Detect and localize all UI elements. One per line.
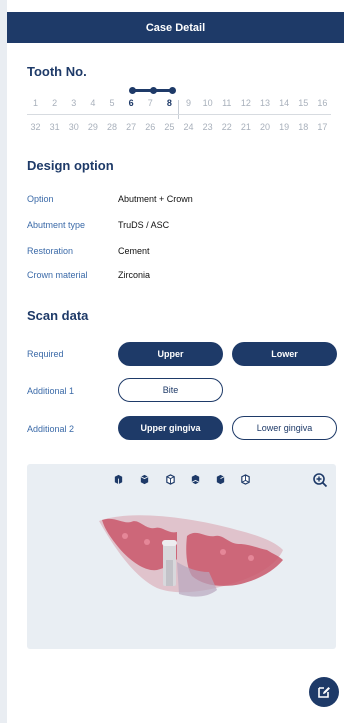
edit-button[interactable] xyxy=(309,677,339,707)
tooth-20[interactable]: 20 xyxy=(257,120,274,134)
tooth-17[interactable]: 17 xyxy=(314,120,331,134)
tooth-19[interactable]: 19 xyxy=(276,120,293,134)
abutment-type-value: TruDS / ASC xyxy=(118,220,170,230)
panel-title: Case Detail xyxy=(145,21,206,34)
tooth-13[interactable]: 13 xyxy=(257,96,274,110)
tooth-3[interactable]: 3 xyxy=(65,96,82,110)
case-detail-panel: Case Detail Tooth No. 1 2 3 4 5 6 7 8 9 … xyxy=(7,0,344,723)
additional1-label: Additional 1 xyxy=(27,386,75,396)
tooth-25[interactable]: 25 xyxy=(161,120,178,134)
lower-gingiva-button[interactable]: Lower gingiva xyxy=(232,416,337,440)
abutment-type-label: Abutment type xyxy=(27,220,86,230)
option-value: Abutment + Crown xyxy=(118,194,193,204)
upper-scan-button[interactable]: Upper xyxy=(118,342,223,366)
tooth-1[interactable]: 1 xyxy=(27,96,44,110)
tooth-15[interactable]: 15 xyxy=(295,96,312,110)
required-label: Required xyxy=(27,349,64,359)
restoration-label: Restoration xyxy=(27,246,74,256)
tooth-12[interactable]: 12 xyxy=(237,96,254,110)
tooth-6[interactable]: 6 xyxy=(123,95,140,111)
panel-header: Case Detail xyxy=(7,12,344,43)
upper-tooth-row: 1 2 3 4 5 6 7 8 9 10 11 12 13 14 15 16 xyxy=(27,95,331,111)
restoration-value: Cement xyxy=(118,246,150,256)
tooth-23[interactable]: 23 xyxy=(199,120,216,134)
bite-scan-button[interactable]: Bite xyxy=(118,378,223,402)
tooth-30[interactable]: 30 xyxy=(65,120,82,134)
tooth-27[interactable]: 27 xyxy=(123,120,140,134)
option-label: Option xyxy=(27,194,54,204)
tooth-7[interactable]: 7 xyxy=(142,96,159,110)
bridge-dot-start xyxy=(129,87,136,94)
tooth-32[interactable]: 32 xyxy=(27,120,44,134)
lower-tooth-row: 32 31 30 29 28 27 26 25 24 23 22 21 20 1… xyxy=(27,120,331,134)
tooth-31[interactable]: 31 xyxy=(46,120,63,134)
lower-scan-button[interactable]: Lower xyxy=(232,342,337,366)
tooth-28[interactable]: 28 xyxy=(104,120,121,134)
tooth-21[interactable]: 21 xyxy=(237,120,254,134)
crown-material-value: Zirconia xyxy=(118,270,151,280)
dental-scan-model xyxy=(99,515,283,597)
upper-gingiva-button[interactable]: Upper gingiva xyxy=(118,416,223,440)
tooth-11[interactable]: 11 xyxy=(218,96,235,110)
edit-icon xyxy=(318,687,330,698)
design-section-title: Design option xyxy=(27,158,114,173)
tooth-section-title: Tooth No. xyxy=(27,64,87,79)
bridge-dot-middle xyxy=(150,87,157,94)
tooth-24[interactable]: 24 xyxy=(180,120,197,134)
scan-section-title: Scan data xyxy=(27,308,89,323)
tooth-9[interactable]: 9 xyxy=(180,96,197,110)
tooth-4[interactable]: 4 xyxy=(84,96,101,110)
crown-material-label: Crown material xyxy=(27,270,88,280)
tooth-8[interactable]: 8 xyxy=(161,95,178,111)
tooth-22[interactable]: 22 xyxy=(218,120,235,134)
bridge-dot-end xyxy=(169,87,176,94)
arch-divider xyxy=(27,114,331,115)
tooth-26[interactable]: 26 xyxy=(142,120,159,134)
tooth-29[interactable]: 29 xyxy=(84,120,101,134)
tooth-14[interactable]: 14 xyxy=(276,96,293,110)
scan-3d-viewer[interactable] xyxy=(27,464,336,649)
tooth-18[interactable]: 18 xyxy=(295,120,312,134)
left-rail xyxy=(0,0,7,723)
additional2-label: Additional 2 xyxy=(27,424,75,434)
tooth-10[interactable]: 10 xyxy=(199,96,216,110)
tooth-5[interactable]: 5 xyxy=(104,96,121,110)
tooth-2[interactable]: 2 xyxy=(46,96,63,110)
tooth-16[interactable]: 16 xyxy=(314,96,331,110)
midline-tick xyxy=(178,100,179,119)
